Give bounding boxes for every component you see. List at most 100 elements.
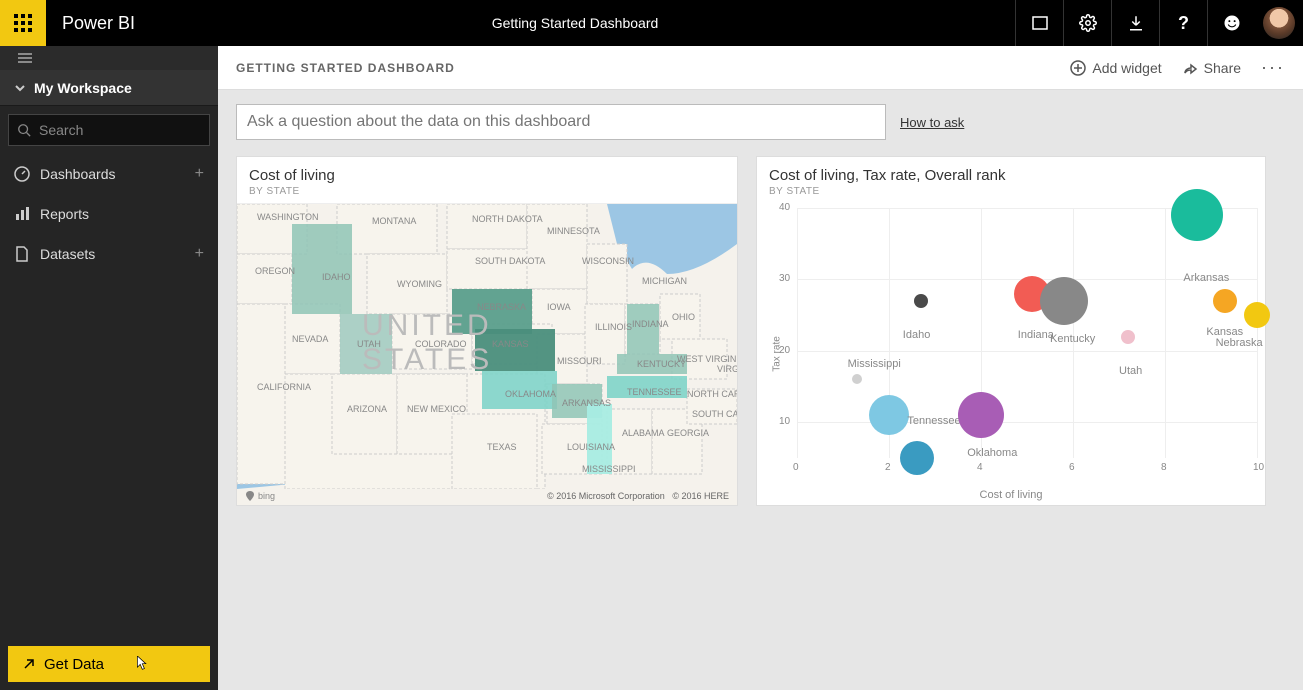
bubble-label: Indiana <box>1018 329 1054 341</box>
map-state-label: OHIO <box>672 312 695 322</box>
map-state-label: NEVADA <box>292 334 328 344</box>
map-state-label: WYOMING <box>397 279 442 289</box>
bubble-mississippi[interactable] <box>852 374 862 384</box>
scatter-visual[interactable]: Tax rate Cost of living 024681010203040I… <box>757 203 1265 505</box>
bubble-label: Utah <box>1119 365 1142 377</box>
bubble-label: Tennessee <box>907 415 960 427</box>
avatar-icon <box>1263 7 1295 39</box>
topbar: Power BI Getting Started Dashboard ? <box>0 0 1303 46</box>
map-state-label: NEBRASKA <box>477 302 526 312</box>
more-options-button[interactable]: ··· <box>1261 57 1285 78</box>
map-state-label: MISSISSIPPI <box>582 464 636 474</box>
sidebar: My Workspace Search Dashboards + Reports… <box>0 46 218 690</box>
workspace-label: My Workspace <box>34 80 132 96</box>
hamburger-icon <box>18 51 32 65</box>
map-state-label: COLORADO <box>415 339 467 349</box>
tile-scatter[interactable]: Cost of living, Tax rate, Overall rank B… <box>756 156 1266 506</box>
share-button[interactable]: Share <box>1182 60 1241 76</box>
x-tick: 8 <box>1161 462 1167 473</box>
map-state-label: NORTH DAKOTA <box>472 214 543 224</box>
map-state-label: OKLAHOMA <box>505 389 556 399</box>
dashboard-body: How to ask Cost of living BY STATE <box>218 90 1303 520</box>
workspace-dropdown[interactable]: My Workspace <box>0 70 218 106</box>
plus-circle-icon <box>1070 60 1086 76</box>
bubble-label: Idaho <box>903 329 931 341</box>
map-state-label: MONTANA <box>372 216 416 226</box>
map-state-label: ARIZONA <box>347 404 387 414</box>
map-state-label: KANSAS <box>492 339 529 349</box>
bar-chart-icon <box>14 206 30 222</box>
tile-title: Cost of living, Tax rate, Overall rank <box>769 167 1253 184</box>
bubble-label: Arkansas <box>1183 272 1229 284</box>
arrow-icon <box>22 657 36 671</box>
map-state-label: WASHINGTON <box>257 212 319 222</box>
y-tick: 20 <box>779 345 790 356</box>
x-tick: 6 <box>1069 462 1075 473</box>
map-state-label: LOUISIANA <box>567 442 615 452</box>
map-state-label: SOUTH DAKOTA <box>475 256 545 266</box>
main: GETTING STARTED DASHBOARD Add widget Sha… <box>218 46 1303 690</box>
smile-icon <box>1223 14 1241 32</box>
bubble-kansas[interactable] <box>1213 289 1237 313</box>
download-button[interactable] <box>1111 0 1159 46</box>
bubble-arkansas[interactable] <box>1171 189 1223 241</box>
get-data-button[interactable]: Get Data <box>8 646 210 682</box>
map-visual[interactable]: UNITED STATES bing © 2016 Microsoft Corp… <box>237 203 737 505</box>
sidebar-item-reports[interactable]: Reports <box>0 194 218 234</box>
dashboard-title: GETTING STARTED DASHBOARD <box>236 61 455 75</box>
bubble-idaho[interactable] <box>914 294 928 308</box>
add-widget-label: Add widget <box>1092 60 1161 76</box>
tile-map[interactable]: Cost of living BY STATE <box>236 156 738 506</box>
y-tick: 40 <box>779 202 790 213</box>
map-state-label: MINNESOTA <box>547 226 600 236</box>
user-avatar[interactable] <box>1255 0 1303 46</box>
map-state-label: ARKANSAS <box>562 398 611 408</box>
dashboard-header: GETTING STARTED DASHBOARD Add widget Sha… <box>218 46 1303 90</box>
settings-button[interactable] <box>1063 0 1111 46</box>
fullscreen-icon <box>1031 14 1049 32</box>
gear-icon <box>1079 14 1097 32</box>
bubble-label: Oklahoma <box>967 447 1017 459</box>
add-dataset-button[interactable]: + <box>195 245 204 263</box>
app-name: Power BI <box>46 13 135 34</box>
top-actions: ? <box>1015 0 1303 46</box>
map-state-label: NORTH CAROLINA <box>687 389 737 399</box>
map-state-label: UTAH <box>357 339 381 349</box>
search-input[interactable]: Search <box>8 114 210 146</box>
map-state-label: MISSOURI <box>557 356 602 366</box>
map-state-label: WEST VIRGINIA <box>677 354 737 364</box>
feedback-button[interactable] <box>1207 0 1255 46</box>
map-state-label: WISCONSIN <box>582 256 634 266</box>
search-icon <box>17 123 31 137</box>
qa-input[interactable] <box>236 104 886 140</box>
map-state-label: SOUTH CAROLINA <box>692 409 737 419</box>
fullscreen-button[interactable] <box>1015 0 1063 46</box>
add-widget-button[interactable]: Add widget <box>1070 60 1161 76</box>
how-to-ask-link[interactable]: How to ask <box>900 115 964 130</box>
bubble-utah[interactable] <box>1121 330 1135 344</box>
sidebar-collapse-button[interactable] <box>0 46 218 70</box>
download-icon <box>1127 14 1145 32</box>
map-state-label: MICHIGAN <box>642 276 687 286</box>
bubble-label: Mississippi <box>848 358 901 370</box>
add-dashboard-button[interactable]: + <box>195 165 204 183</box>
bubble-unnamed[interactable] <box>900 441 934 475</box>
bubble-tennessee[interactable] <box>869 395 909 435</box>
sidebar-item-dashboards[interactable]: Dashboards + <box>0 154 218 194</box>
map-state-label: VIRGINIA <box>717 364 737 374</box>
help-button[interactable]: ? <box>1159 0 1207 46</box>
y-tick: 10 <box>779 416 790 427</box>
bubble-nebraska[interactable] <box>1244 302 1270 328</box>
tile-title: Cost of living <box>249 167 725 184</box>
map-state-label: TENNESSEE <box>627 387 682 397</box>
map-state-label: IDAHO <box>322 272 351 282</box>
x-tick: 2 <box>885 462 891 473</box>
map-state-label: IOWA <box>547 302 571 312</box>
sidebar-item-datasets[interactable]: Datasets + <box>0 234 218 274</box>
help-icon: ? <box>1178 13 1189 34</box>
bubble-kentucky[interactable] <box>1040 277 1088 325</box>
map-attribution-left: bing <box>245 491 275 501</box>
sidebar-item-label: Datasets <box>40 246 95 262</box>
bubble-oklahoma[interactable] <box>958 392 1004 438</box>
app-launcher-button[interactable] <box>0 0 46 46</box>
